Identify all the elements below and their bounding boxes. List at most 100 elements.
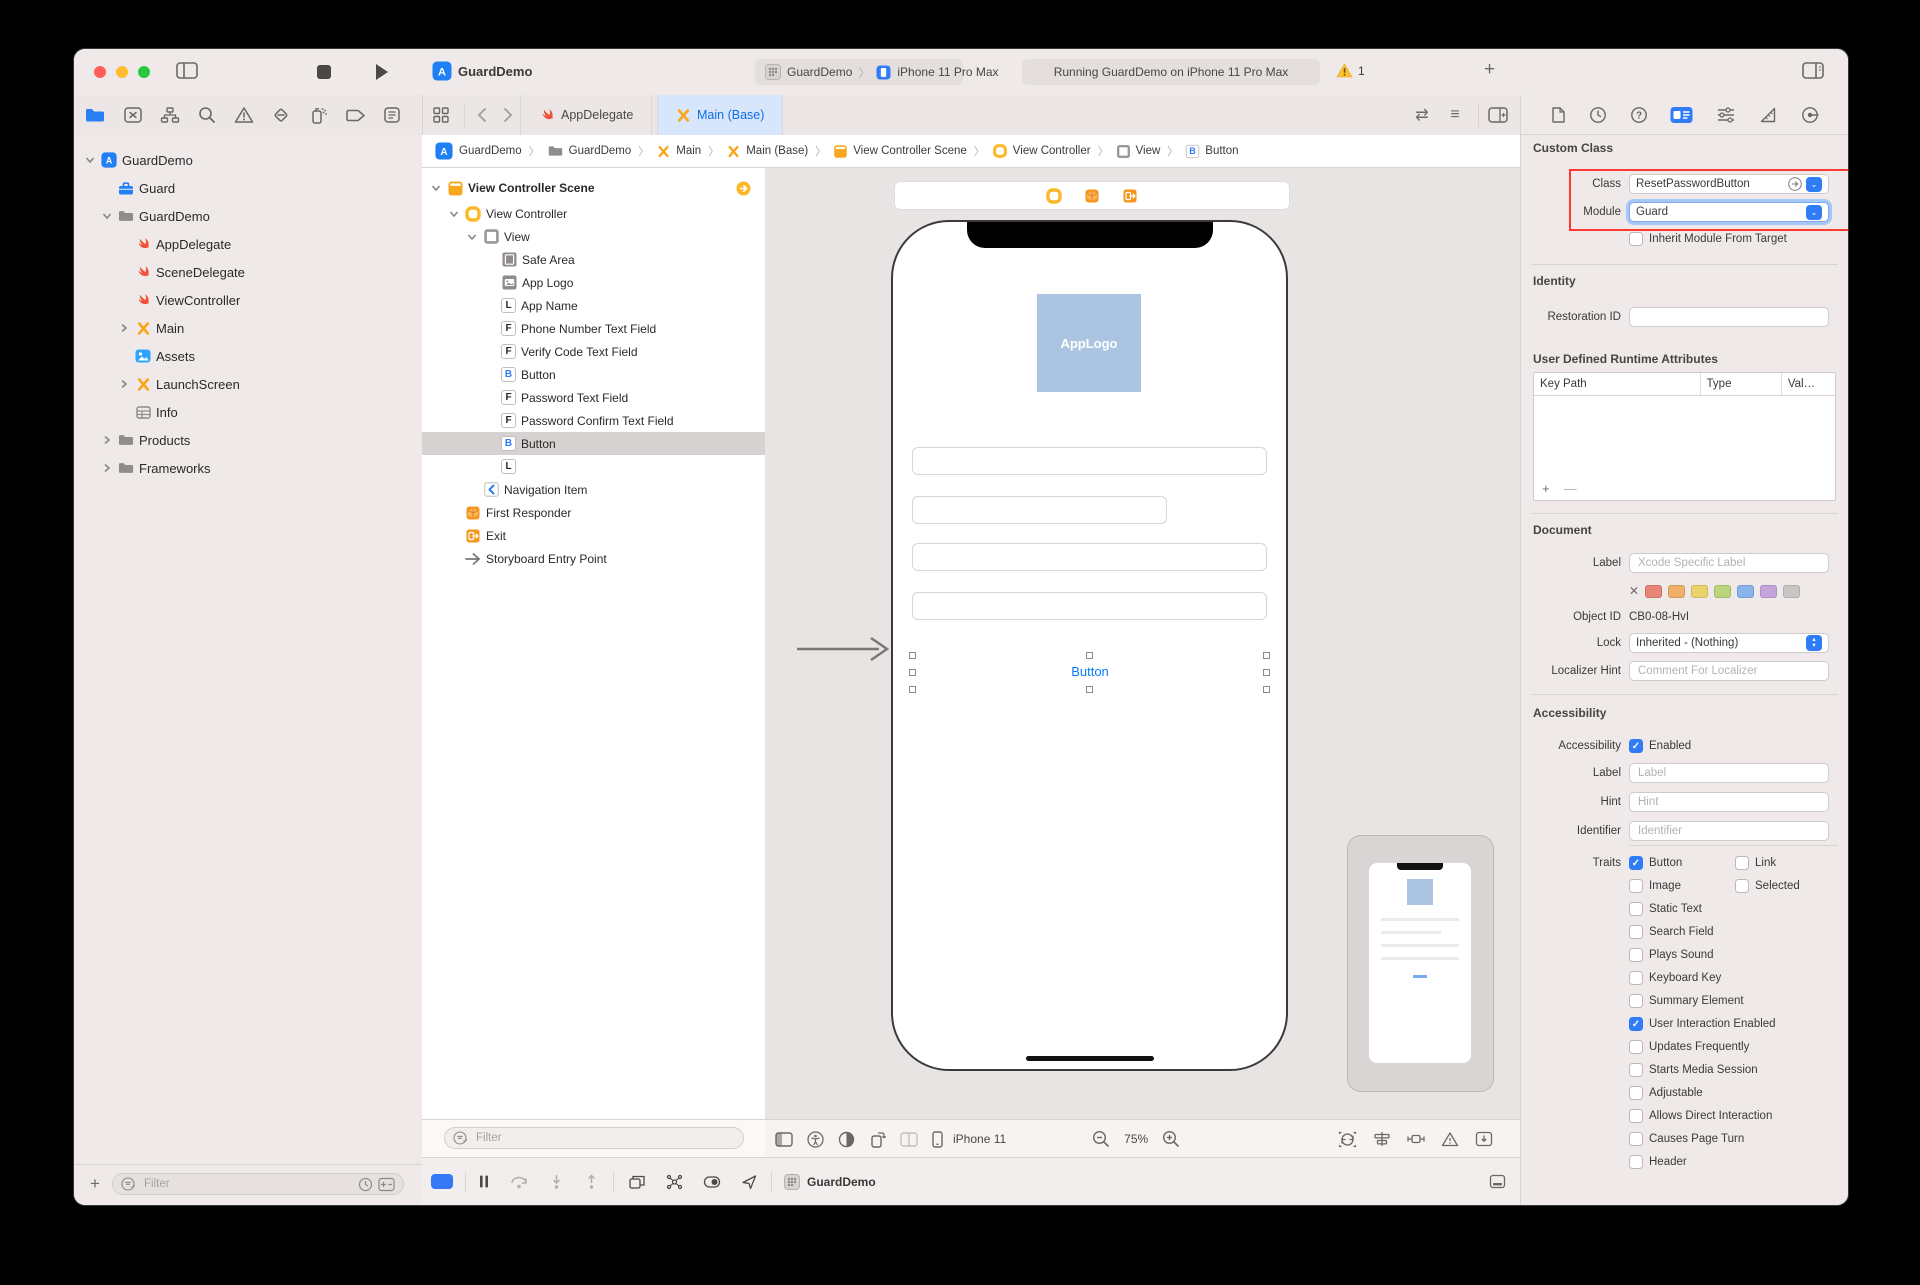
trait-search-field[interactable]: Search Field [1629,925,1714,939]
outline-filter-field[interactable] [444,1127,744,1149]
outline-item-button[interactable]: B Button [422,432,765,455]
document-color-swatch[interactable] [1737,584,1755,598]
localizer-hint-input[interactable] [1636,664,1822,678]
memory-graph-icon[interactable] [666,1174,683,1190]
class-field[interactable]: ResetPasswordButton ⌄ [1629,174,1829,194]
class-dropdown-icon[interactable]: ⌄ [1806,176,1822,192]
document-label-field[interactable] [1629,553,1829,573]
view-controller-dock-icon[interactable] [1046,187,1062,204]
module-dropdown-icon[interactable]: ⌄ [1806,204,1822,220]
running-app-label[interactable]: GuardDemo [807,1175,876,1189]
zoom-level[interactable]: 75% [1124,1132,1148,1146]
embed-icon[interactable] [1475,1131,1493,1147]
history-inspector-tab[interactable] [1589,106,1607,124]
navigator-filter-field[interactable] [112,1173,404,1195]
accessibility-preview-icon[interactable] [807,1130,824,1148]
canvas-minimap[interactable] [1347,835,1494,1092]
trait-plays-sound[interactable]: Plays Sound [1629,948,1714,962]
app-logo-view[interactable]: AppLogo [1037,294,1141,392]
warning-badge[interactable]: 1 [1336,63,1365,78]
navigator-item-viewcontroller[interactable]: ViewController [74,286,422,314]
pause-execution-icon[interactable] [478,1174,490,1189]
navigator-item-guard[interactable]: Guard [74,174,422,202]
debug-navigator-tab[interactable] [306,103,330,127]
trait-header[interactable]: Header [1629,1155,1687,1169]
document-color-swatch[interactable] [1714,584,1732,598]
project-navigator-tab[interactable] [83,103,107,127]
trait-image[interactable]: Image [1629,879,1735,893]
device-icon[interactable] [932,1130,943,1148]
navigator-item-info[interactable]: Info [74,398,422,426]
outline-item-app-logo[interactable]: App Logo [422,271,765,294]
align-icon[interactable] [1373,1131,1391,1147]
selection-handle[interactable] [909,652,916,659]
navigator-item-assets[interactable]: Assets [74,342,422,370]
report-navigator-tab[interactable] [380,103,404,127]
add-attribute-button[interactable]: + [1542,481,1550,496]
interface-builder-canvas[interactable]: AppLogo Button [765,168,1520,1120]
environment-overrides-icon[interactable] [703,1174,721,1190]
add-file-button[interactable]: + [90,1174,100,1194]
scheme-selector[interactable]: GuardDemo 〉 iPhone 11 Pro Max [755,59,999,85]
toggle-navigator-icon[interactable] [176,62,198,79]
lock-stepper-icon[interactable]: ▴ ▾ [1806,635,1822,651]
selection-handle[interactable] [1086,652,1093,659]
outline-item-view[interactable]: View [422,225,765,248]
size-inspector-tab[interactable] [1759,106,1778,124]
attributes-inspector-tab[interactable] [1716,106,1736,124]
identity-inspector-tab[interactable] [1670,106,1693,124]
trait-keyboard-key[interactable]: Keyboard Key [1629,971,1721,985]
outline-item-phone-number-text-field[interactable]: F Phone Number Text Field [422,317,765,340]
document-color-swatch[interactable] [1668,584,1686,598]
step-out-icon[interactable] [584,1173,599,1190]
symbol-navigator-tab[interactable] [158,103,182,127]
scm-filter-icon[interactable] [378,1177,395,1192]
password-text-field[interactable] [912,543,1267,571]
breadcrumb-view-controller-scene[interactable]: View Controller Scene [833,144,967,159]
split-view-icon[interactable] [900,1131,918,1147]
tab-main-base-[interactable]: Main (Base) [657,95,784,135]
trait-allows-direct-interaction[interactable]: Allows Direct Interaction [1629,1109,1772,1123]
selection-handle[interactable] [909,669,916,676]
hide-outline-icon[interactable] [775,1131,793,1147]
run-button[interactable] [374,62,390,82]
trait-button[interactable]: ✓ Button [1629,856,1735,870]
breadcrumb-button[interactable]: B Button [1185,144,1239,159]
accessibility-enabled-checkbox[interactable]: ✓ [1629,739,1643,753]
stop-button[interactable] [317,65,331,79]
view-hierarchy-debugger-icon[interactable] [628,1174,646,1190]
document-label-input[interactable] [1636,556,1822,570]
a11y-label-field[interactable] [1629,763,1829,783]
minimize-window-button[interactable] [116,66,128,78]
outline-item-navigation-item[interactable]: Navigation Item [422,478,765,501]
navigator-item-guarddemo[interactable]: GuardDemo [74,202,422,230]
selected-button[interactable]: Button [1050,664,1130,679]
breakpoint-navigator-tab[interactable] [343,103,367,127]
selection-handle[interactable] [1263,686,1270,693]
new-tab-button[interactable]: + [1484,59,1495,81]
a11y-identifier-input[interactable] [1636,824,1822,838]
inherit-module-checkbox[interactable] [1629,232,1643,246]
test-navigator-tab[interactable] [269,103,293,127]
breadcrumb-guarddemo[interactable]: A GuardDemo [434,141,522,161]
go-to-scene-icon[interactable] [736,181,751,196]
find-navigator-tab[interactable] [195,103,219,127]
first-responder-dock-icon[interactable] [1084,188,1100,204]
document-color-swatch[interactable] [1783,584,1801,598]
outline-item-view-controller[interactable]: View Controller [422,202,765,225]
udra-column-header[interactable]: Val… [1780,373,1835,395]
simulate-location-icon[interactable] [741,1174,757,1190]
zoom-out-icon[interactable] [1092,1130,1110,1148]
file-inspector-tab[interactable] [1550,106,1566,124]
step-into-icon[interactable] [549,1174,564,1190]
trait-starts-media-session[interactable]: Starts Media Session [1629,1063,1758,1077]
breadcrumb-view-controller[interactable]: View Controller [992,143,1091,159]
add-editor-icon[interactable] [1486,103,1510,127]
breadcrumb-main-base-[interactable]: Main (Base) [726,144,808,159]
exit-dock-icon[interactable] [1122,188,1138,204]
issue-navigator-tab[interactable] [232,103,256,127]
jump-to-class-icon[interactable] [1788,177,1802,191]
a11y-hint-input[interactable] [1636,795,1822,809]
resolve-autolayout-icon[interactable] [1441,1131,1459,1147]
outline-item-button[interactable]: B Button [422,363,765,386]
